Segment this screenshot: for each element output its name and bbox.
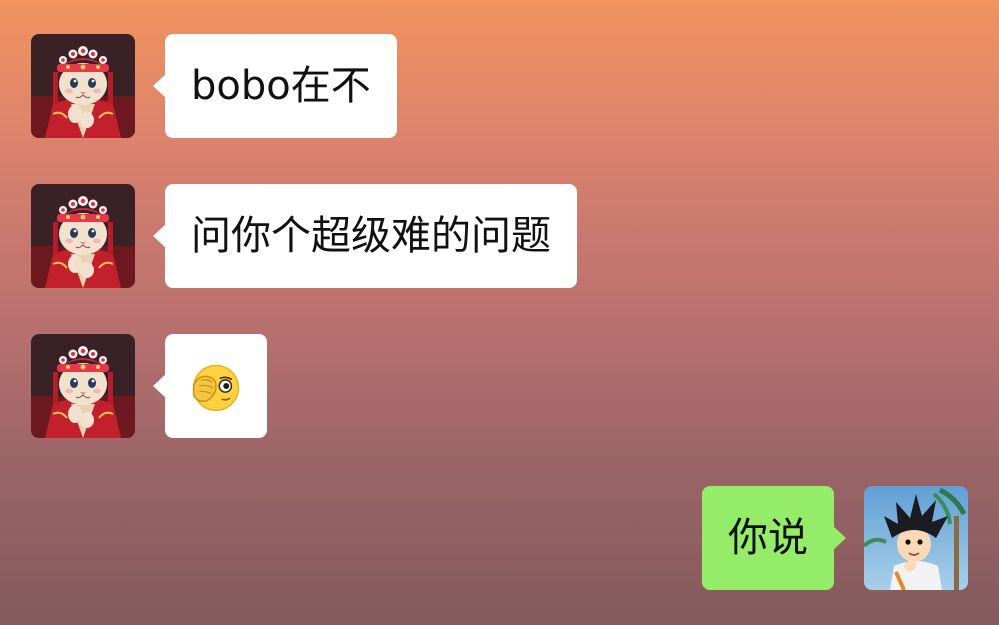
cat-opera-avatar-icon bbox=[31, 184, 135, 288]
friend-avatar[interactable] bbox=[31, 34, 135, 138]
message-row-1: bobo在不 bbox=[31, 34, 397, 138]
message-bubble-incoming[interactable]: 问你个超级难的问题 bbox=[153, 184, 577, 288]
message-bubble-emoji[interactable] bbox=[153, 334, 267, 438]
message-row-3 bbox=[31, 334, 267, 438]
message-text: 问你个超级难的问题 bbox=[191, 213, 551, 259]
cat-opera-avatar-icon bbox=[31, 334, 135, 438]
cat-opera-avatar-icon bbox=[31, 34, 135, 138]
message-row-4: 你说 bbox=[702, 486, 968, 590]
message-text: bobo在不 bbox=[191, 63, 371, 109]
friend-avatar[interactable] bbox=[31, 184, 135, 288]
facepalm-peek-emoji-icon bbox=[188, 358, 244, 414]
cartoon-boy-avatar-icon bbox=[864, 486, 968, 590]
message-row-2: 问你个超级难的问题 bbox=[31, 184, 577, 288]
my-avatar[interactable] bbox=[864, 486, 968, 590]
friend-avatar[interactable] bbox=[31, 334, 135, 438]
message-text: 你说 bbox=[728, 515, 808, 561]
message-bubble-outgoing[interactable]: 你说 bbox=[702, 486, 846, 590]
chat-area: bobo在不 问你个超级难的问题 你说 bbox=[0, 0, 999, 625]
message-bubble-incoming[interactable]: bobo在不 bbox=[153, 34, 397, 138]
